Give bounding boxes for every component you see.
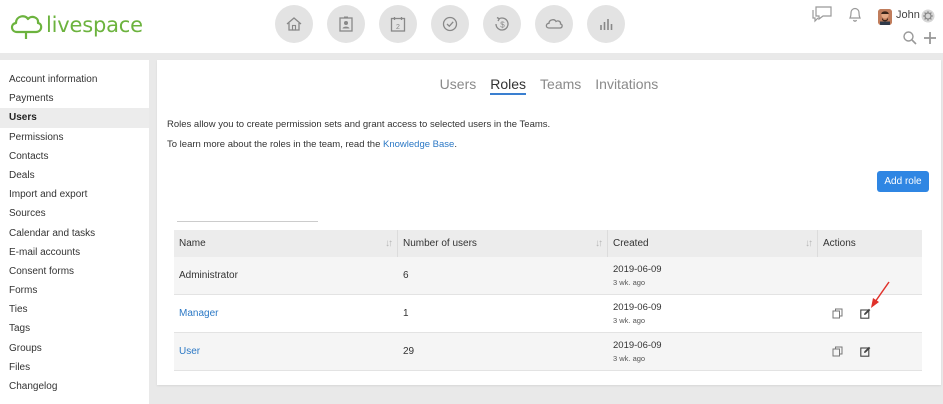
contacts-card-icon xyxy=(339,16,353,32)
table-header: Name ↓↑ Number of users ↓↑ Created ↓↑ Ac… xyxy=(174,230,922,257)
table-row: User 29 2019-06-09 3 wk. ago xyxy=(174,333,922,371)
role-created: 2019-06-09 3 wk. ago xyxy=(608,295,818,332)
knowledge-base-note-text: To learn more about the roles in the tea… xyxy=(167,139,383,150)
logo-text: livespace xyxy=(46,13,143,37)
column-header-actions: Actions xyxy=(818,230,922,257)
role-name-link[interactable]: Manager xyxy=(174,295,398,332)
calendar-day-number: 2 xyxy=(396,24,400,31)
role-created: 2019-06-09 3 wk. ago xyxy=(608,333,818,370)
table-row: Manager 1 2019-06-09 3 wk. ago xyxy=(174,295,922,333)
table-row: Administrator 6 2019-06-09 3 wk. ago xyxy=(174,257,922,295)
top-right-toolbar: John xyxy=(810,5,943,50)
tab-invitations[interactable]: Invitations xyxy=(595,76,658,95)
sidebar-item-consent-forms[interactable]: Consent forms xyxy=(0,262,149,281)
sidebar-item-forms[interactable]: Forms xyxy=(0,281,149,300)
add-role-button[interactable]: Add role xyxy=(877,171,929,192)
avatar[interactable] xyxy=(878,9,892,25)
tab-roles[interactable]: Roles xyxy=(490,76,527,95)
sort-icon[interactable]: ↓↑ xyxy=(595,230,603,257)
column-header-actions-label: Actions xyxy=(823,238,856,249)
column-header-users-label: Number of users xyxy=(403,238,477,249)
role-user-count: 6 xyxy=(403,270,409,281)
tab-teams[interactable]: Teams xyxy=(540,76,581,95)
sidebar-item-import-export[interactable]: Import and export xyxy=(0,185,149,204)
sidebar-item-account-information[interactable]: Account information xyxy=(0,70,149,89)
column-header-users[interactable]: Number of users ↓↑ xyxy=(398,230,608,257)
chat-icon[interactable] xyxy=(810,5,834,23)
role-actions xyxy=(818,333,922,370)
sidebar-item-tags[interactable]: Tags xyxy=(0,319,149,338)
copy-icon[interactable] xyxy=(832,346,843,360)
sidebar-item-changelog[interactable]: Changelog xyxy=(0,377,149,396)
sidebar-item-contacts[interactable]: Contacts xyxy=(0,147,149,166)
role-user-count: 29 xyxy=(403,346,415,357)
bell-icon[interactable] xyxy=(847,6,863,23)
home-icon xyxy=(286,17,302,31)
edit-icon[interactable] xyxy=(860,346,871,360)
nav-contacts-button[interactable] xyxy=(327,5,365,43)
sidebar-item-users[interactable]: Users xyxy=(0,108,149,128)
copy-icon[interactable] xyxy=(832,308,843,322)
roles-panel: Users Roles Teams Invitations Roles allo… xyxy=(157,60,941,385)
gear-icon[interactable] xyxy=(921,9,935,23)
nav-cloud-button[interactable] xyxy=(535,5,573,43)
column-header-created-label: Created xyxy=(613,238,649,249)
sort-icon[interactable]: ↓↑ xyxy=(805,230,813,257)
column-header-created[interactable]: Created ↓↑ xyxy=(608,230,818,257)
reports-chart-icon xyxy=(600,19,613,30)
plus-icon[interactable] xyxy=(923,31,937,45)
sidebar-item-sources[interactable]: Sources xyxy=(0,204,149,223)
role-created: 2019-06-09 3 wk. ago xyxy=(608,257,818,294)
sidebar-item-payments[interactable]: Payments xyxy=(0,89,149,108)
svg-text:$: $ xyxy=(500,21,505,30)
top-nav: 2 $ xyxy=(275,5,639,43)
annotation-arrow-icon xyxy=(867,280,893,315)
user-name[interactable]: John xyxy=(896,9,920,21)
role-name-link[interactable]: User xyxy=(174,333,398,370)
sidebar-item-calendar-tasks[interactable]: Calendar and tasks xyxy=(0,224,149,243)
sort-icon[interactable]: ↓↑ xyxy=(385,230,393,257)
roles-description: Roles allow you to create permission set… xyxy=(167,119,551,130)
column-header-name-label: Name xyxy=(179,238,206,249)
role-name: Administrator xyxy=(179,270,238,281)
created-date: 2019-06-09 xyxy=(613,340,662,351)
nav-tasks-button[interactable] xyxy=(431,5,469,43)
knowledge-base-note-end: . xyxy=(454,139,457,150)
cloud-logo-icon xyxy=(8,10,44,40)
role-user-count: 1 xyxy=(403,308,409,319)
top-bar: livespace 2 $ John xyxy=(0,0,943,53)
knowledge-base-link[interactable]: Knowledge Base xyxy=(383,139,454,150)
money-icon: $ xyxy=(495,16,509,31)
cloud-icon xyxy=(545,19,563,29)
sidebar-item-groups[interactable]: Groups xyxy=(0,339,149,358)
sidebar-item-ties[interactable]: Ties xyxy=(0,300,149,319)
search-icon[interactable] xyxy=(902,30,918,46)
created-relative: 3 wk. ago xyxy=(613,354,646,363)
app-logo[interactable]: livespace xyxy=(8,8,143,42)
nav-reports-button[interactable] xyxy=(587,5,625,43)
users-tabs: Users Roles Teams Invitations xyxy=(157,76,941,95)
created-date: 2019-06-09 xyxy=(613,302,662,313)
sidebar-item-email-accounts[interactable]: E-mail accounts xyxy=(0,243,149,262)
tasks-check-icon xyxy=(442,16,458,32)
knowledge-base-note: To learn more about the roles in the tea… xyxy=(167,139,457,150)
nav-home-button[interactable] xyxy=(275,5,313,43)
calendar-icon: 2 xyxy=(390,17,406,32)
column-header-name[interactable]: Name ↓↑ xyxy=(174,230,398,257)
created-relative: 3 wk. ago xyxy=(613,316,646,325)
tab-users[interactable]: Users xyxy=(440,76,477,95)
table-search-input[interactable] xyxy=(177,221,318,222)
created-date: 2019-06-09 xyxy=(613,264,662,275)
sidebar-item-files[interactable]: Files xyxy=(0,358,149,377)
nav-calendar-button[interactable]: 2 xyxy=(379,5,417,43)
sidebar-item-permissions[interactable]: Permissions xyxy=(0,128,149,147)
settings-sidebar: Account information Payments Users Permi… xyxy=(0,60,149,404)
nav-deals-button[interactable]: $ xyxy=(483,5,521,43)
roles-table: Name ↓↑ Number of users ↓↑ Created ↓↑ Ac… xyxy=(174,230,922,371)
sidebar-item-deals[interactable]: Deals xyxy=(0,166,149,185)
created-relative: 3 wk. ago xyxy=(613,278,646,287)
